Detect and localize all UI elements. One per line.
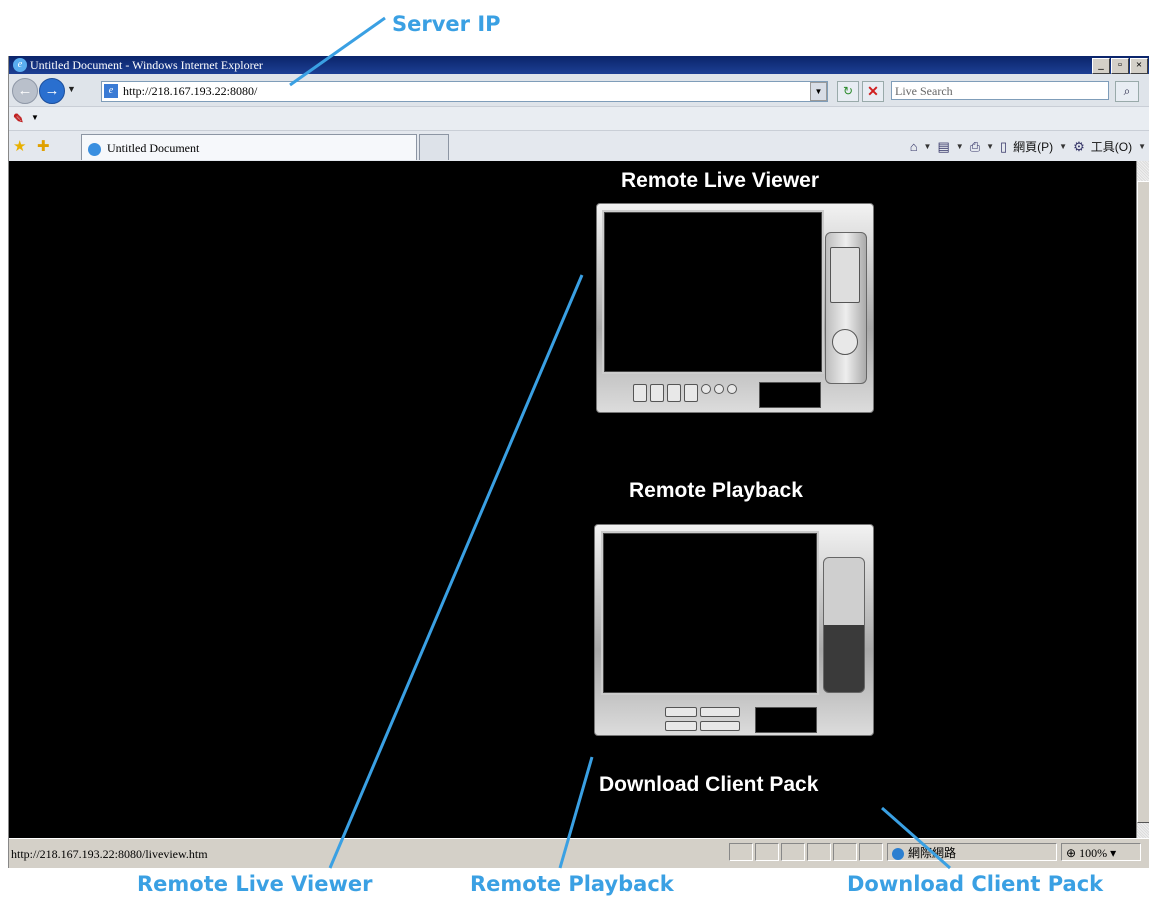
vertical-scrollbar[interactable] [1136, 161, 1149, 838]
transport-button [700, 707, 740, 717]
ie-window: e Untitled Document - Windows Internet Ex… [8, 56, 1149, 868]
page-menu-dropdown-icon[interactable]: ▼ [1059, 142, 1067, 151]
layout-button [633, 384, 647, 402]
security-zone[interactable]: 網際網路 [887, 843, 1057, 861]
status-cell [859, 843, 883, 861]
home-icon[interactable]: ⌂ [910, 139, 918, 154]
zoom-icon: ⊕ [1066, 846, 1077, 860]
url-dropdown-button[interactable]: ▼ [810, 82, 827, 101]
command-group: ⌂ ▼ ▤ ▼ ⎙ ▼ ▯ 網頁(P) ▼ ⚙ 工具(O) ▼ [910, 138, 1146, 155]
status-cell [833, 843, 857, 861]
new-tab-button[interactable] [419, 134, 449, 160]
scrollbar-thumb[interactable] [1137, 181, 1149, 823]
url-text: http://218.167.193.22:8080/ [123, 84, 258, 98]
callout-download-client-pack: Download Client Pack [847, 872, 1104, 896]
home-dropdown-icon[interactable]: ▼ [924, 142, 932, 151]
tab-ie-icon [88, 142, 101, 156]
add-favorite-icon[interactable]: ✚ [37, 137, 50, 155]
zoom-level: 100% [1079, 846, 1108, 860]
layout-button [650, 384, 664, 402]
zoom-control[interactable]: ⊕ 100% ▾ [1061, 843, 1141, 861]
url-field[interactable]: e http://218.167.193.22:8080/ [101, 81, 828, 102]
remote-playback-image[interactable] [594, 524, 874, 736]
print-dropdown-icon[interactable]: ▼ [986, 142, 994, 151]
feeds-icon[interactable]: ▤ [937, 139, 949, 155]
round-control [714, 384, 724, 394]
recent-pages-dropdown-icon[interactable]: ▼ [67, 84, 76, 94]
window-controls: _ ▫ × [1092, 58, 1148, 74]
zone-label: 網際網路 [908, 846, 957, 860]
callout-server-ip: Server IP [392, 12, 501, 36]
round-control [701, 384, 711, 394]
maximize-button[interactable]: ▫ [1111, 58, 1129, 74]
transport-button [665, 707, 697, 717]
layout-button [667, 384, 681, 402]
minimize-button[interactable]: _ [1092, 58, 1110, 74]
tools-menu[interactable]: 工具(O) [1091, 138, 1132, 155]
callout-remote-playback: Remote Playback [470, 872, 674, 896]
playback-transport-buttons [665, 707, 740, 717]
zoom-dropdown-icon: ▾ [1110, 846, 1117, 860]
viewer-ptz-pad [832, 329, 858, 355]
viewer-screen [602, 210, 824, 374]
playback-transport-row [665, 721, 740, 731]
pdf-icon[interactable]: ✎ [13, 111, 24, 127]
search-button[interactable]: ⌕ [1115, 81, 1139, 102]
layout-button [684, 384, 698, 402]
viewer-info-box [759, 382, 821, 408]
remote-live-viewer-image[interactable] [596, 203, 874, 413]
tools-dropdown-icon[interactable]: ▼ [1138, 142, 1146, 151]
status-cells [729, 843, 883, 861]
page-content: Remote Live Viewer Remote Playback Downl… [9, 161, 1136, 838]
search-input[interactable]: Live Search [891, 81, 1109, 100]
close-button[interactable]: × [1130, 58, 1148, 74]
status-cell [807, 843, 831, 861]
playback-side-panel [823, 557, 865, 693]
viewer-side-panel [825, 232, 867, 384]
globe-icon [892, 848, 904, 861]
status-bar: http://218.167.193.22:8080/liveview.htm … [9, 838, 1149, 868]
status-cell [729, 843, 753, 861]
page-menu-icon: ▯ [1000, 138, 1008, 154]
remote-playback-title[interactable]: Remote Playback [629, 479, 803, 503]
stop-button[interactable]: ✕ [862, 81, 884, 102]
viewer-layout-buttons [633, 384, 737, 402]
status-cell [781, 843, 805, 861]
playback-info-box [755, 707, 817, 733]
print-icon[interactable]: ⎙ [970, 139, 980, 155]
feeds-dropdown-icon[interactable]: ▼ [956, 142, 964, 151]
tab-untitled-document[interactable]: Untitled Document [81, 134, 417, 160]
callout-remote-live-viewer: Remote Live Viewer [137, 872, 373, 896]
address-bar: ← → ▼ e http://218.167.193.22:8080/ ▼ ↻ ✕… [9, 74, 1149, 106]
title-bar: e Untitled Document - Windows Internet Ex… [9, 56, 1149, 74]
page-icon: e [104, 84, 118, 98]
playback-screen [601, 531, 819, 695]
ie-logo-icon: e [13, 58, 27, 72]
download-client-pack-title[interactable]: Download Client Pack [599, 773, 818, 797]
tools-gear-icon: ⚙ [1073, 138, 1085, 154]
favorites-bar: ★ ✚ Untitled Document ⌂ ▼ ▤ ▼ ⎙ ▼ ▯ 網頁(P) ▼ ⚙… [9, 130, 1149, 162]
page-menu[interactable]: 網頁(P) [1013, 138, 1053, 155]
refresh-button[interactable]: ↻ [837, 81, 859, 102]
favorites-star-icon[interactable]: ★ [13, 137, 26, 155]
round-control [727, 384, 737, 394]
window-title: Untitled Document - Windows Internet Exp… [30, 58, 263, 72]
tab-label: Untitled Document [107, 141, 200, 155]
status-cell [755, 843, 779, 861]
status-text: http://218.167.193.22:8080/liveview.htm [11, 847, 208, 861]
back-button[interactable]: ← [12, 78, 38, 104]
remote-live-viewer-title[interactable]: Remote Live Viewer [621, 169, 819, 193]
command-bar: ✎ ▼ [9, 106, 1149, 131]
chevron-down-icon[interactable]: ▼ [31, 113, 39, 122]
transport-button [665, 721, 697, 731]
forward-button[interactable]: → [39, 78, 65, 104]
transport-button [700, 721, 740, 731]
viewer-panel-display [830, 247, 860, 303]
